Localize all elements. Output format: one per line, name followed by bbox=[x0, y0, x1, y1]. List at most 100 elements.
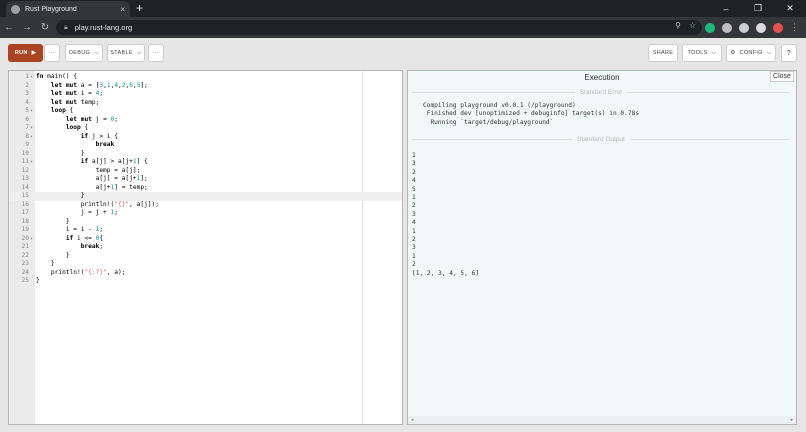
back-icon[interactable]: ← bbox=[0, 22, 18, 33]
code-text[interactable]: if j > i { bbox=[36, 133, 118, 142]
forward-icon[interactable]: → bbox=[18, 22, 36, 33]
code-line[interactable]: 16 println!("{}", a[j]); bbox=[9, 201, 402, 210]
code-line[interactable]: 18 } bbox=[9, 218, 402, 227]
code-text[interactable]: loop { bbox=[36, 124, 88, 133]
playground-header: RUN ▶ ··· DEBUG ⌵ STABLE ⌵ ··· SHARE TOO… bbox=[0, 38, 806, 68]
puzzle-icon[interactable] bbox=[756, 22, 766, 33]
extension-5-icon[interactable] bbox=[773, 22, 783, 33]
code-text[interactable]: break bbox=[36, 141, 115, 150]
horizontal-scrollbar[interactable]: ◂ ▸ bbox=[408, 416, 796, 424]
reload-icon[interactable]: ↻ bbox=[36, 22, 54, 33]
code-text[interactable]: } bbox=[36, 218, 70, 227]
code-text[interactable]: println!("{:?}", a); bbox=[36, 269, 126, 278]
code-text[interactable]: } bbox=[36, 277, 40, 286]
scroll-right-icon[interactable]: ▸ bbox=[790, 417, 793, 423]
bookmark-star-icon[interactable]: ☆ bbox=[689, 21, 696, 30]
code-text[interactable]: temp = a[j]; bbox=[36, 167, 141, 176]
address-bar[interactable]: 🔒︎ play.rust-lang.org ⚲ ☆ bbox=[56, 20, 702, 35]
stdout-output: 1 3 2 4 5 1 2 3 4 1 2 3 1 2 [1, 2, 3, 4,… bbox=[412, 152, 480, 277]
code-text[interactable]: } bbox=[36, 252, 70, 261]
code-line[interactable]: 9 break bbox=[9, 141, 402, 150]
code-line[interactable]: 8 ▾ if j > i { bbox=[9, 133, 402, 142]
code-line[interactable]: 7 ▾ loop { bbox=[9, 124, 402, 133]
code-line[interactable]: 19 i = i - 1; bbox=[9, 226, 402, 235]
code-text[interactable]: } bbox=[36, 192, 85, 201]
fold-arrow-icon[interactable]: ▾ bbox=[30, 107, 33, 116]
code-text[interactable]: let mut a = [3,1,4,2,6,5]; bbox=[36, 82, 148, 91]
config-dropdown[interactable]: ⚙ CONFIG ⌵ bbox=[726, 44, 776, 62]
code-line[interactable]: 23 } bbox=[9, 260, 402, 269]
line-number: 21 bbox=[21, 243, 29, 250]
url-text[interactable]: play.rust-lang.org bbox=[75, 23, 132, 32]
code-text[interactable]: loop { bbox=[36, 107, 73, 116]
code-text[interactable]: if i <= 0{ bbox=[36, 235, 103, 244]
code-text[interactable]: } bbox=[36, 150, 85, 159]
extension-2-icon[interactable] bbox=[722, 22, 732, 33]
line-number: 13 bbox=[21, 175, 29, 182]
code-text[interactable]: a[j] = a[j+1]; bbox=[36, 175, 148, 184]
code-line[interactable]: 1 ▾ fn main() { bbox=[9, 73, 402, 82]
code-line[interactable]: 20 ▾ if i <= 0{ bbox=[9, 235, 402, 244]
debug-dropdown[interactable]: DEBUG ⌵ bbox=[65, 44, 103, 62]
lock-icon[interactable]: 🔒︎ bbox=[64, 24, 68, 32]
scroll-left-icon[interactable]: ◂ bbox=[411, 417, 414, 423]
stable-dropdown[interactable]: STABLE ⌵ bbox=[107, 44, 145, 62]
fold-arrow-icon[interactable]: ▾ bbox=[30, 158, 33, 167]
code-line[interactable]: 4 let mut temp; bbox=[9, 99, 402, 108]
tools-dropdown[interactable]: TOOLS ⌵ bbox=[682, 44, 722, 62]
fold-arrow-icon[interactable]: ▾ bbox=[30, 124, 33, 133]
close-output-button[interactable]: Close bbox=[770, 71, 794, 82]
code-line[interactable]: 6 let mut j = 0; bbox=[9, 116, 402, 125]
output-pane: Execution Close Standard Error Compiling… bbox=[407, 70, 797, 425]
run-more-button[interactable]: ··· bbox=[44, 44, 60, 62]
window-close-icon[interactable]: ✕ bbox=[774, 0, 806, 17]
fold-arrow-icon[interactable]: ▾ bbox=[30, 133, 33, 142]
code-line[interactable]: 3 let mut i = 4; bbox=[9, 90, 402, 99]
code-text[interactable]: fn main() { bbox=[36, 73, 77, 82]
code-line[interactable]: 13 a[j] = a[j+1]; bbox=[9, 175, 402, 184]
code-text[interactable]: i = i - 1; bbox=[36, 226, 103, 235]
code-line[interactable]: 15 } bbox=[9, 192, 402, 201]
code-text[interactable]: let mut j = 0; bbox=[36, 116, 118, 125]
code-line[interactable]: 10 } bbox=[9, 150, 402, 159]
code-line[interactable]: 12 temp = a[j]; bbox=[9, 167, 402, 176]
code-line[interactable]: 25} bbox=[9, 277, 402, 286]
menu-dots-icon[interactable]: ⋮ bbox=[790, 22, 799, 33]
code-line[interactable]: 17 j = j + 1; bbox=[9, 209, 402, 218]
chevron-down-icon: ⌵ bbox=[94, 49, 99, 56]
code-text[interactable]: println!("{}", a[j]); bbox=[36, 201, 159, 210]
code-lines[interactable]: 1 ▾ fn main() {2 let mut a = [3,1,4,2,6,5]… bbox=[9, 73, 402, 286]
code-line[interactable]: 21 break; bbox=[9, 243, 402, 252]
tools-label: TOOLS bbox=[687, 50, 708, 56]
tab-close-icon[interactable]: × bbox=[120, 5, 125, 14]
code-text[interactable]: let mut i = 4; bbox=[36, 90, 103, 99]
extension-3-icon[interactable] bbox=[739, 22, 749, 33]
code-text[interactable]: j = j + 1; bbox=[36, 209, 118, 218]
fold-arrow-icon[interactable]: ▾ bbox=[30, 235, 33, 244]
code-editor[interactable]: 1 ▾ fn main() {2 let mut a = [3,1,4,2,6,5]… bbox=[8, 70, 403, 425]
code-line[interactable]: 5 ▾ loop { bbox=[9, 107, 402, 116]
code-text[interactable]: } bbox=[36, 260, 55, 269]
advanced-more-button[interactable]: ··· bbox=[148, 44, 164, 62]
code-text[interactable]: if a[j] > a[j+1] { bbox=[36, 158, 148, 167]
code-line[interactable]: 22 } bbox=[9, 252, 402, 261]
line-number: 1 bbox=[25, 73, 29, 80]
fold-arrow-icon[interactable]: ▾ bbox=[30, 73, 33, 82]
browser-tab[interactable]: Rust Playground × bbox=[6, 1, 130, 17]
minimize-icon[interactable]: – bbox=[710, 0, 742, 17]
code-text[interactable]: a[j+1] = temp; bbox=[36, 184, 148, 193]
stdout-header: Standard Output bbox=[412, 135, 791, 143]
code-text[interactable]: let mut temp; bbox=[36, 99, 99, 108]
code-line[interactable]: 24 println!("{:?}", a); bbox=[9, 269, 402, 278]
code-line[interactable]: 2 let mut a = [3,1,4,2,6,5]; bbox=[9, 82, 402, 91]
search-icon[interactable]: ⚲ bbox=[675, 21, 681, 30]
new-tab-icon[interactable]: + bbox=[136, 1, 143, 15]
code-line[interactable]: 14 a[j+1] = temp; bbox=[9, 184, 402, 193]
code-line[interactable]: 11 ▾ if a[j] > a[j+1] { bbox=[9, 158, 402, 167]
code-text[interactable]: break; bbox=[36, 243, 103, 252]
help-button[interactable]: ? bbox=[781, 44, 797, 62]
extension-1-icon[interactable] bbox=[705, 22, 715, 33]
maximize-icon[interactable]: ❐ bbox=[742, 0, 774, 17]
run-button[interactable]: RUN ▶ bbox=[8, 44, 43, 62]
share-button[interactable]: SHARE bbox=[648, 44, 678, 62]
